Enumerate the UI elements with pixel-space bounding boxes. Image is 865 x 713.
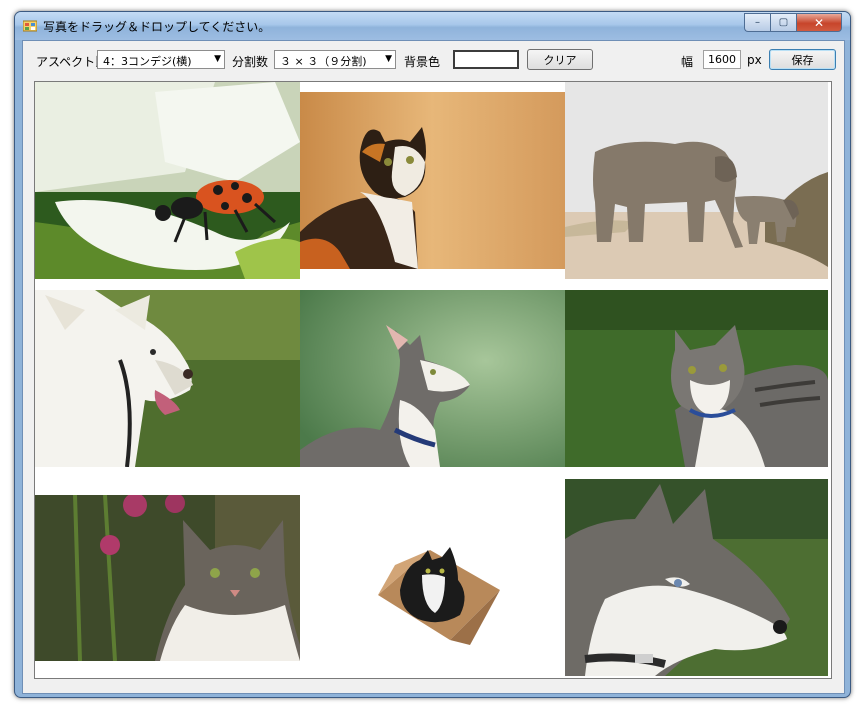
photo-tile[interactable] (565, 479, 828, 676)
aspect-select[interactable]: 4：3コンデジ(横) ▼ (97, 50, 225, 69)
photo-grid-canvas[interactable] (34, 81, 832, 679)
clear-button[interactable]: クリア (527, 49, 593, 70)
cat-in-box-photo (300, 495, 565, 661)
cat-looking-up-photo (300, 290, 565, 467)
client-area: アスペクト比 4：3コンデジ(横) ▼ 分割数 ３ × ３（９分割) ▼ 背景色… (22, 40, 845, 694)
photo-tile[interactable] (35, 290, 300, 467)
toolbar: アスペクト比 4：3コンデジ(横) ▼ 分割数 ３ × ３（９分割) ▼ 背景色… (23, 41, 844, 79)
divide-select-value: ３ × ３（９分割) (280, 55, 367, 68)
white-dog-photo (35, 290, 300, 467)
photo-tile[interactable] (300, 290, 565, 467)
husky-photo (565, 479, 828, 676)
tabby-cat-photo (565, 290, 828, 467)
photo-tile[interactable] (565, 290, 828, 467)
save-button[interactable]: 保存 (769, 49, 836, 70)
photo-tile[interactable] (300, 92, 565, 269)
minimize-button[interactable]: – (744, 13, 770, 32)
minimize-icon: – (755, 17, 760, 28)
chevron-down-icon: ▼ (214, 54, 221, 64)
width-input[interactable]: 1600 (703, 50, 741, 69)
title-bar[interactable]: 写真をドラッグ＆ドロップしてください。 – ▢ ✕ (15, 12, 850, 40)
bg-color-label: 背景色 (404, 55, 441, 69)
photo-tile[interactable] (565, 82, 828, 279)
close-button[interactable]: ✕ (796, 13, 842, 32)
caption-buttons: – ▢ ✕ (744, 13, 842, 32)
chevron-down-icon: ▼ (385, 54, 392, 64)
close-icon: ✕ (813, 15, 825, 30)
calico-cat-photo (300, 92, 565, 269)
aspect-select-value: 4：3コンデジ(横) (103, 55, 192, 68)
cat-with-flowers-photo (35, 495, 300, 661)
ladybug-photo (35, 82, 300, 279)
app-window: 写真をドラッグ＆ドロップしてください。 – ▢ ✕ アスペクト比 4：3コンデジ… (14, 11, 851, 698)
elephants-photo (565, 82, 828, 279)
maximize-icon: ▢ (778, 17, 789, 28)
bg-color-swatch[interactable] (453, 50, 519, 69)
clear-button-label: クリア (543, 53, 577, 67)
divide-select[interactable]: ３ × ３（９分割) ▼ (274, 50, 396, 69)
maximize-button[interactable]: ▢ (770, 13, 796, 32)
photo-tile[interactable] (35, 82, 300, 279)
app-icon[interactable] (23, 20, 37, 32)
width-unit: px (747, 53, 762, 67)
divide-label: 分割数 (232, 55, 269, 69)
photo-tile[interactable] (35, 495, 300, 661)
save-button-label: 保存 (791, 53, 814, 67)
photo-tile[interactable] (300, 495, 565, 661)
width-label: 幅 (681, 55, 694, 69)
window-title: 写真をドラッグ＆ドロップしてください。 (43, 20, 271, 34)
